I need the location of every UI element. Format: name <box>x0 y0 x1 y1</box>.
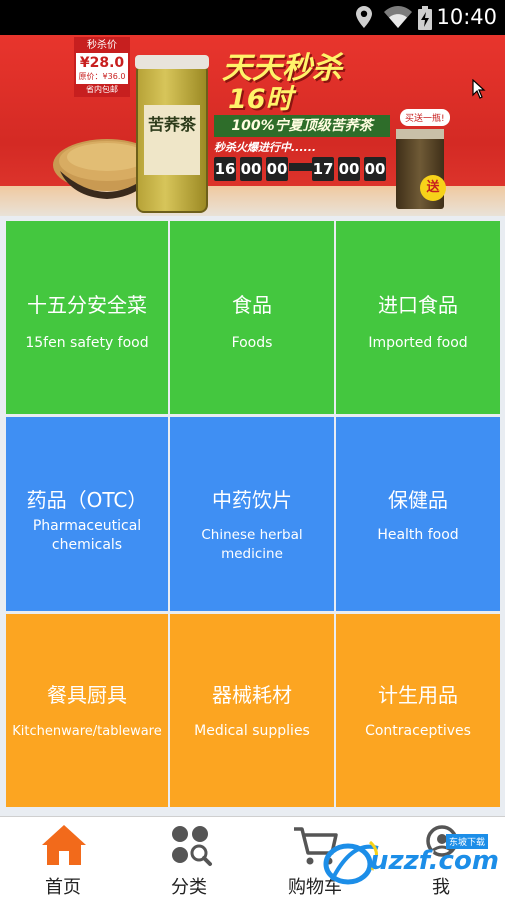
jar-label: 苦荞茶 <box>144 105 200 175</box>
tea-jar-image: 苦荞茶 <box>135 55 209 213</box>
gift-ribbon: 买送一瓶! <box>400 109 450 126</box>
category-tile-foods[interactable]: 食品 Foods <box>170 221 334 414</box>
category-title: 保健品 <box>388 488 448 512</box>
category-title: 计生用品 <box>378 683 458 707</box>
category-title: 进口食品 <box>378 293 458 317</box>
countdown-digit: 00 <box>240 157 262 181</box>
category-title: 中药饮片 <box>212 488 292 512</box>
category-subtitle: Medical supplies <box>194 723 310 739</box>
category-subtitle: Health food <box>377 527 459 543</box>
category-tile-imported-food[interactable]: 进口食品 Imported food <box>336 221 500 414</box>
price-tag-original: 原价：¥36.0 <box>78 72 126 81</box>
category-tile-contraceptives[interactable]: 计生用品 Contraceptives <box>336 614 500 807</box>
countdown-digit: 00 <box>266 157 288 181</box>
tab-home[interactable]: 首页 <box>0 817 126 900</box>
category-tile-otc[interactable]: 药品（OTC） Pharmaceutical chemicals <box>6 417 168 611</box>
countdown-digit: 16 <box>214 157 236 181</box>
category-subtitle-line2: chemicals <box>51 537 123 553</box>
category-subtitle: Imported food <box>368 335 468 351</box>
category-title: 餐具厨具 <box>47 683 127 707</box>
category-subtitle-line1: Pharmaceutical <box>32 518 142 534</box>
category-subtitle: Contraceptives <box>365 723 471 739</box>
banner-promo-text: 秒杀火爆进行中...... <box>214 141 317 154</box>
battery-charging-icon <box>418 6 432 30</box>
location-icon <box>356 6 372 28</box>
category-tile-medical-supplies[interactable]: 器械耗材 Medical supplies <box>170 614 334 807</box>
category-title: 药品（OTC） <box>26 488 148 512</box>
tab-category[interactable]: 分类 <box>126 817 252 900</box>
gift-badge: 送 <box>420 175 446 201</box>
price-tag: 秒杀价 ¥28.0 原价：¥36.0 省内包邮 <box>74 37 130 97</box>
promo-banner[interactable]: 秒杀价 ¥28.0 原价：¥36.0 省内包邮 苦荞茶 天天秒杀 16时 100… <box>0 35 505 216</box>
countdown-digit: 00 <box>364 157 386 181</box>
watermark-tag: 东坡下载 <box>446 834 489 849</box>
banner-subtitle: 100%宁夏顶级苦荞茶 <box>214 115 390 137</box>
category-grid: 十五分安全菜 15fen safety food 食品 Foods 进口食品 I… <box>0 216 505 816</box>
category-search-icon <box>172 826 212 866</box>
category-subtitle: Chinese herbal medicine <box>201 527 303 562</box>
category-title: 器械耗材 <box>212 683 292 707</box>
tab-label: 首页 <box>45 877 81 898</box>
category-tile-herbal-medicine[interactable]: 中药饮片 Chinese herbal medicine <box>170 417 334 611</box>
countdown-digit: 17 <box>312 157 334 181</box>
watermark-brand: uzzf.com <box>370 846 499 876</box>
status-time: 10:40 <box>436 5 497 29</box>
category-title: 十五分安全菜 <box>27 293 147 317</box>
price-tag-head: 秒杀价 <box>76 39 128 53</box>
category-subtitle: 15fen safety food <box>25 335 149 351</box>
category-subtitle: Foods <box>231 335 273 351</box>
countdown-digit: 00 <box>338 157 360 181</box>
category-tile-health-food[interactable]: 保健品 Health food <box>336 417 500 611</box>
category-tile-safety-food[interactable]: 十五分安全菜 15fen safety food <box>6 221 168 414</box>
price-tag-price: ¥28.0 <box>79 55 125 71</box>
category-title: 食品 <box>232 293 272 317</box>
banner-headline-time: 16时 <box>228 84 293 115</box>
category-subtitle: Kitchenware/tableware <box>12 724 162 739</box>
mouse-pointer-icon <box>472 79 486 99</box>
home-icon <box>42 825 86 865</box>
category-tile-kitchenware[interactable]: 餐具厨具 Kitchenware/tableware <box>6 614 168 807</box>
status-bar: 10:40 <box>0 0 505 35</box>
price-tag-foot: 省内包邮 <box>76 84 128 95</box>
wifi-icon <box>384 6 412 28</box>
tab-label: 分类 <box>171 877 207 898</box>
